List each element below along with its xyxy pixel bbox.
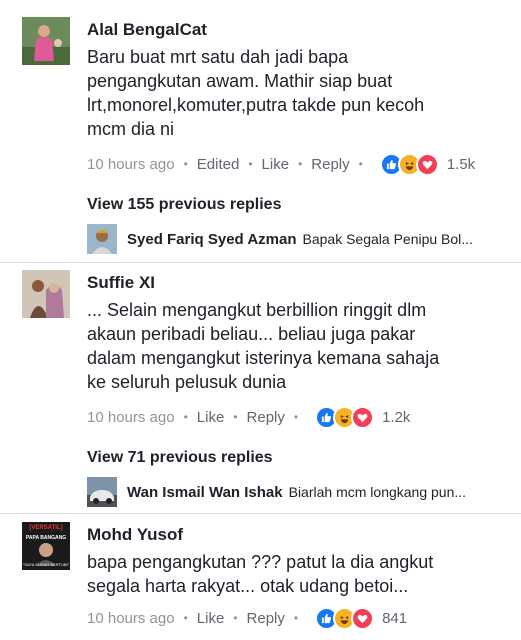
comment-text: ... Selain mengangkut berbillion ringgit…: [87, 298, 507, 394]
love-icon: [351, 405, 375, 429]
reactions-summary[interactable]: [315, 606, 375, 630]
latest-reply[interactable]: Wan Ismail Wan Ishak Biarlah mcm longkan…: [87, 477, 466, 507]
timestamp[interactable]: 10 hours ago: [87, 156, 175, 173]
view-previous-replies[interactable]: View 71 previous replies: [87, 449, 273, 467]
separator-dot: •: [358, 157, 363, 171]
like-button[interactable]: Like: [197, 610, 225, 627]
reply-button[interactable]: Reply: [247, 610, 285, 627]
comment-actions: 10 hours ago • Like • Reply • 1.2k: [87, 405, 410, 429]
comment-2: Suffie XI ... Selain mengangkut berbilli…: [0, 263, 521, 513]
separator-dot: •: [233, 611, 238, 625]
comment-line: segala harta rakyat... otak udang betoi.…: [87, 576, 409, 596]
comment-line: bapa pengangkutan ??? patut la dia angku…: [87, 552, 434, 572]
comment-author[interactable]: Mohd Yusof: [87, 525, 183, 545]
avatar[interactable]: [VERSATIL] PAPA BANGANG "SAYA SUDAH BERT…: [22, 522, 70, 570]
edited-link[interactable]: Edited: [197, 156, 240, 173]
separator-dot: •: [293, 611, 299, 625]
comment-1: Alal BengalCat Baru buat mrt satu dah ja…: [0, 0, 521, 262]
separator-dot: •: [248, 157, 253, 171]
separator-dot: •: [298, 157, 303, 171]
separator-dot: •: [183, 410, 188, 424]
separator-dot: •: [183, 611, 188, 625]
comment-line: Baru buat mrt satu dah jadi bapa: [87, 47, 349, 67]
reply-text: Biarlah mcm longkang pun...: [288, 484, 467, 500]
reaction-count[interactable]: 1.2k: [382, 409, 410, 426]
reply-avatar[interactable]: [87, 477, 117, 507]
reply-author[interactable]: Syed Fariq Syed Azman: [127, 231, 297, 248]
reply-text: Bapak Segala Penipu Bol...: [302, 231, 473, 247]
comment-text: bapa pengangkutan ??? patut la dia angku…: [87, 550, 507, 598]
comment-line: akaun peribadi beliau... beliau juga pak…: [87, 324, 416, 344]
avatar[interactable]: [22, 17, 70, 65]
comment-line: dalam mengangkut isterinya kemana sahaja: [87, 348, 440, 368]
reaction-count[interactable]: 1.5k: [447, 156, 475, 173]
timestamp[interactable]: 10 hours ago: [87, 409, 175, 426]
love-icon: [415, 152, 439, 176]
separator-dot: •: [233, 410, 238, 424]
view-previous-replies[interactable]: View 155 previous replies: [87, 196, 281, 214]
comment-actions: 10 hours ago • Edited • Like • Reply • 1…: [87, 152, 475, 176]
like-button[interactable]: Like: [262, 156, 290, 173]
reaction-count[interactable]: 841: [382, 610, 407, 627]
separator-dot: •: [293, 410, 299, 424]
avatar-caption-bottom: "SAYA SUDAH BERTUBI": [22, 562, 70, 567]
comment-line: mcm dia ni: [87, 119, 175, 139]
latest-reply[interactable]: Syed Fariq Syed Azman Bapak Segala Penip…: [87, 224, 473, 254]
comment-line: lrt,monorel,komuter,putra takde pun keco…: [87, 95, 425, 115]
timestamp[interactable]: 10 hours ago: [87, 610, 175, 627]
avatar[interactable]: [22, 270, 70, 318]
reply-button[interactable]: Reply: [311, 156, 349, 173]
reply-button[interactable]: Reply: [247, 409, 285, 426]
comment-line: ke seluruh pelusuk dunia: [87, 372, 287, 392]
comment-author[interactable]: Suffie XI: [87, 273, 155, 293]
comment-actions: 10 hours ago • Like • Reply • 841: [87, 606, 407, 630]
separator-dot: •: [183, 157, 188, 171]
comment-line: ... Selain mengangkut berbillion ringgit…: [87, 300, 427, 320]
comment-line: pengangkutan awam. Mathir siap buat: [87, 71, 393, 91]
comment-text: Baru buat mrt satu dah jadi bapa pengang…: [87, 45, 507, 141]
love-icon: [351, 606, 375, 630]
reply-author[interactable]: Wan Ismail Wan Ishak: [127, 484, 283, 501]
reply-avatar[interactable]: [87, 224, 117, 254]
reactions-summary[interactable]: [379, 152, 439, 176]
comment-3: [VERSATIL] PAPA BANGANG "SAYA SUDAH BERT…: [0, 514, 521, 640]
like-button[interactable]: Like: [197, 409, 225, 426]
reactions-summary[interactable]: [315, 405, 375, 429]
comment-author[interactable]: Alal BengalCat: [87, 20, 207, 40]
